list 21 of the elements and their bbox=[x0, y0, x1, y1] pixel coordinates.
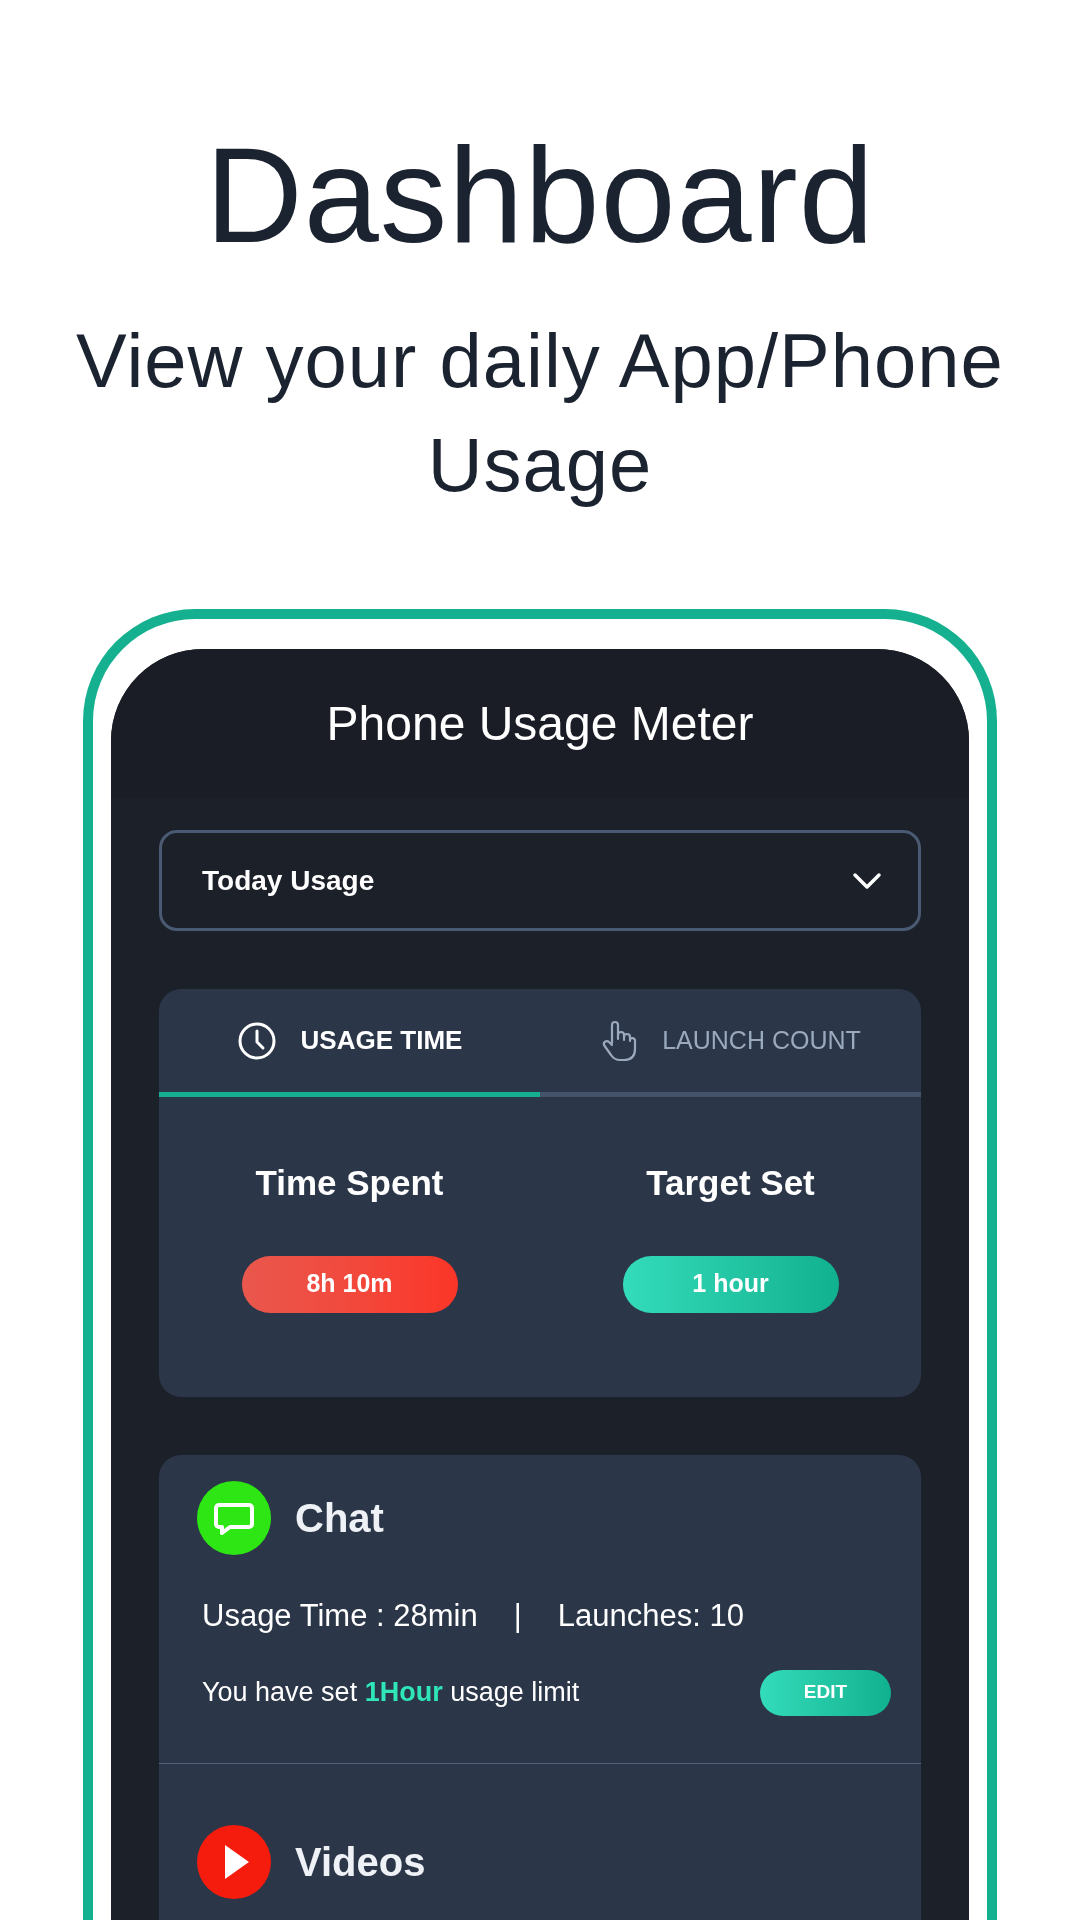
clock-icon bbox=[236, 1020, 277, 1061]
stat-label: Target Set bbox=[646, 1162, 815, 1204]
separator-text: | bbox=[513, 1597, 522, 1635]
stat-pill: 1 hour bbox=[622, 1255, 839, 1313]
usage-time-text: Usage Time : 28min bbox=[202, 1597, 478, 1635]
chevron-down-icon bbox=[852, 871, 882, 890]
usage-limit-text: You have set 1Hour usage limit bbox=[202, 1676, 580, 1710]
app-name: Videos bbox=[295, 1838, 426, 1886]
play-icon bbox=[197, 1824, 271, 1899]
stat-pill: 8h 10m bbox=[241, 1255, 458, 1313]
chat-bubble-icon bbox=[197, 1481, 271, 1555]
tab[interactable]: USAGE TIME bbox=[159, 989, 540, 1097]
app-title: Phone Usage Meter bbox=[326, 695, 754, 752]
page-title: Dashboard bbox=[205, 119, 875, 263]
launch-count-text: Launches: 10 bbox=[557, 1597, 744, 1635]
pointing-hand-icon bbox=[600, 1018, 639, 1063]
tab[interactable]: LAUNCH COUNT bbox=[540, 989, 921, 1097]
app-name: Chat bbox=[295, 1495, 384, 1542]
period-dropdown[interactable]: Today Usage bbox=[159, 830, 921, 931]
stat-label: Time Spent bbox=[255, 1162, 444, 1204]
page-subtitle: View your daily App/Phone Usage bbox=[75, 317, 1005, 509]
